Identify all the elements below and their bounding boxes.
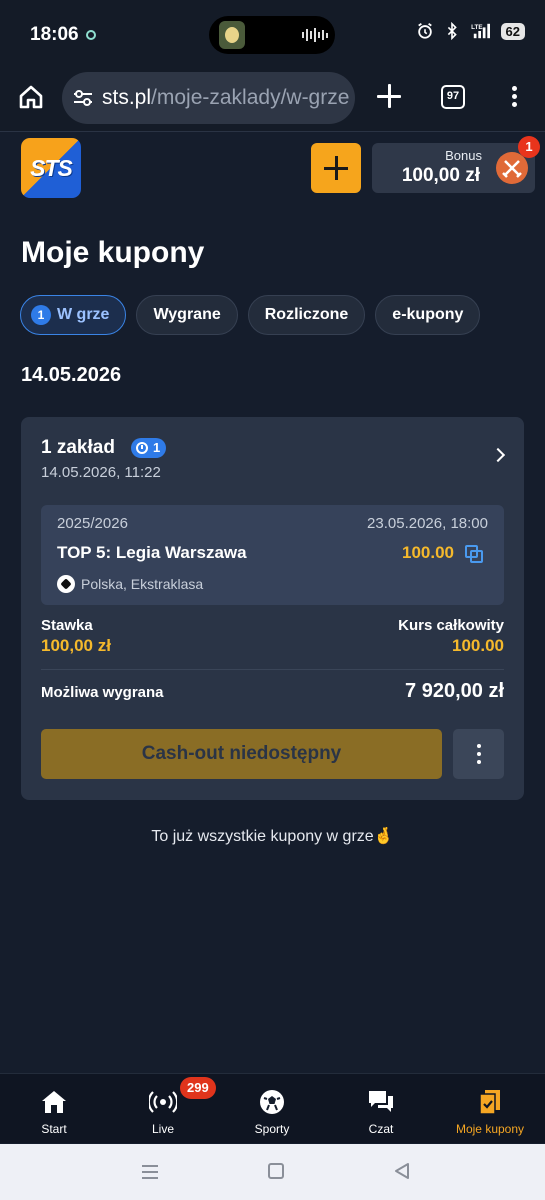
logo-text: STS bbox=[30, 155, 73, 181]
sports-icon bbox=[260, 1090, 284, 1114]
bonus-label: Bonus bbox=[445, 148, 482, 163]
browser-menu-icon[interactable] bbox=[508, 84, 520, 110]
url-domain: sts.pl bbox=[102, 86, 152, 109]
page-title: Moje kupony bbox=[21, 236, 205, 269]
site-settings-icon[interactable] bbox=[72, 88, 94, 108]
live-count-badge: 1 bbox=[131, 438, 167, 458]
nav-my-coupons[interactable]: Moje kupony bbox=[440, 1074, 540, 1144]
divider bbox=[41, 669, 504, 670]
tab-won[interactable]: Wygrane bbox=[136, 295, 238, 335]
clock-icon bbox=[136, 442, 148, 454]
end-of-list-note: To już wszystkie kupony w grze🤞 bbox=[151, 828, 394, 845]
live-count: 1 bbox=[153, 440, 161, 455]
cashout-button[interactable]: Cash-out niedostępny bbox=[41, 729, 442, 779]
possible-win-label: Możliwa wygrana bbox=[41, 684, 164, 701]
tab-in-play[interactable]: 1 W grze bbox=[20, 295, 127, 335]
alarm-icon bbox=[417, 23, 432, 39]
home-icon bbox=[42, 1091, 66, 1113]
event-league: Polska, Ekstraklasa bbox=[81, 576, 204, 592]
football-icon bbox=[57, 575, 75, 593]
tab-switcher-button[interactable]: 97 bbox=[441, 85, 465, 109]
nav-label: Sporty bbox=[254, 1122, 290, 1136]
sts-logo[interactable]: STS bbox=[21, 138, 81, 198]
chat-icon bbox=[369, 1091, 393, 1112]
tab-label: Wygrane bbox=[153, 306, 221, 323]
battery-level: 62 bbox=[500, 22, 525, 40]
chevron-right-icon[interactable] bbox=[490, 447, 506, 463]
svg-text:LTE: LTE bbox=[471, 24, 482, 31]
address-bar[interactable]: sts.pl/moje-zaklady/w-grze bbox=[62, 72, 355, 124]
system-navigation-bar bbox=[0, 1144, 545, 1200]
coupon-title: 1 zakład bbox=[41, 437, 115, 458]
bonus-balance-button[interactable]: Bonus 100,00 zł bbox=[372, 143, 535, 193]
stake-label: Stawka bbox=[41, 617, 93, 634]
bottom-navigation: Start Live Sporty Czat Moje kupony bbox=[0, 1073, 545, 1143]
event-name: TOP 5: Legia Warszawa bbox=[57, 543, 247, 562]
tab-label: Rozliczone bbox=[264, 306, 349, 323]
live-count-badge: 299 bbox=[180, 1077, 216, 1099]
new-tab-button[interactable] bbox=[375, 82, 403, 110]
tab-e-coupons[interactable]: e-kupony bbox=[375, 295, 481, 335]
status-icons: LTE 62 bbox=[416, 22, 525, 40]
dynamic-island bbox=[209, 16, 335, 54]
total-odds-label: Kurs całkowity bbox=[398, 617, 504, 634]
coupon-filter-tabs: 1 W grze Wygrane Rozliczone e-kupony bbox=[20, 295, 481, 335]
bonus-notification-badge: 1 bbox=[518, 136, 540, 158]
total-odds-value: 100.00 bbox=[452, 636, 504, 655]
bluetooth-icon bbox=[447, 22, 457, 40]
audio-wave-icon bbox=[302, 28, 328, 42]
bonus-amount: 100,00 zł bbox=[401, 165, 480, 186]
notification-icon bbox=[86, 30, 96, 40]
event-odds: 100.00 bbox=[402, 543, 454, 562]
coupons-icon bbox=[479, 1090, 500, 1115]
browser-home-icon[interactable] bbox=[18, 84, 44, 110]
coupon-card[interactable]: 1 zakład 1 14.05.2026, 11:22 2025/2026 2… bbox=[21, 417, 524, 800]
nav-label: Live bbox=[151, 1122, 174, 1136]
media-thumbnail bbox=[219, 21, 245, 49]
deposit-button[interactable] bbox=[311, 143, 361, 193]
possible-win-value: 7 920,00 zł bbox=[405, 680, 504, 702]
system-home-icon[interactable] bbox=[268, 1163, 284, 1179]
nav-label: Start bbox=[41, 1122, 67, 1136]
nav-start[interactable]: Start bbox=[4, 1074, 104, 1144]
copy-icon[interactable] bbox=[465, 545, 483, 563]
nav-sports[interactable]: Sporty bbox=[222, 1074, 322, 1144]
tab-label: e-kupony bbox=[392, 306, 464, 323]
browser-toolbar: sts.pl/moje-zaklady/w-grze 97 bbox=[0, 68, 545, 132]
more-options-icon[interactable] bbox=[453, 729, 504, 779]
nav-label: Czat bbox=[368, 1122, 394, 1136]
live-icon bbox=[149, 1091, 177, 1113]
system-back-icon[interactable] bbox=[394, 1162, 410, 1180]
nav-chat[interactable]: Czat bbox=[331, 1074, 431, 1144]
bet-event: 2025/2026 23.05.2026, 18:00 TOP 5: Legia… bbox=[41, 505, 504, 605]
event-season: 2025/2026 bbox=[57, 515, 128, 532]
tab-in-play-count: 1 bbox=[31, 305, 51, 325]
event-date: 23.05.2026, 18:00 bbox=[367, 515, 488, 532]
date-heading: 14.05.2026 bbox=[21, 364, 122, 386]
recent-apps-icon[interactable] bbox=[142, 1165, 158, 1179]
status-time: 18:06 bbox=[30, 24, 79, 45]
url-path: /moje-zaklady/w-grze bbox=[151, 86, 350, 109]
url-text[interactable]: sts.pl/moje-zaklady/w-grze bbox=[102, 86, 349, 110]
nav-label: Moje kupony bbox=[455, 1122, 525, 1136]
stake-value: 100,00 zł bbox=[41, 636, 111, 655]
tab-settled[interactable]: Rozliczone bbox=[247, 295, 366, 335]
tab-label: W grze bbox=[57, 306, 110, 323]
status-bar: 18:06 LTE 62 bbox=[0, 0, 545, 68]
signal-icon: LTE bbox=[471, 23, 490, 39]
coupon-placed-at: 14.05.2026, 11:22 bbox=[41, 464, 161, 481]
